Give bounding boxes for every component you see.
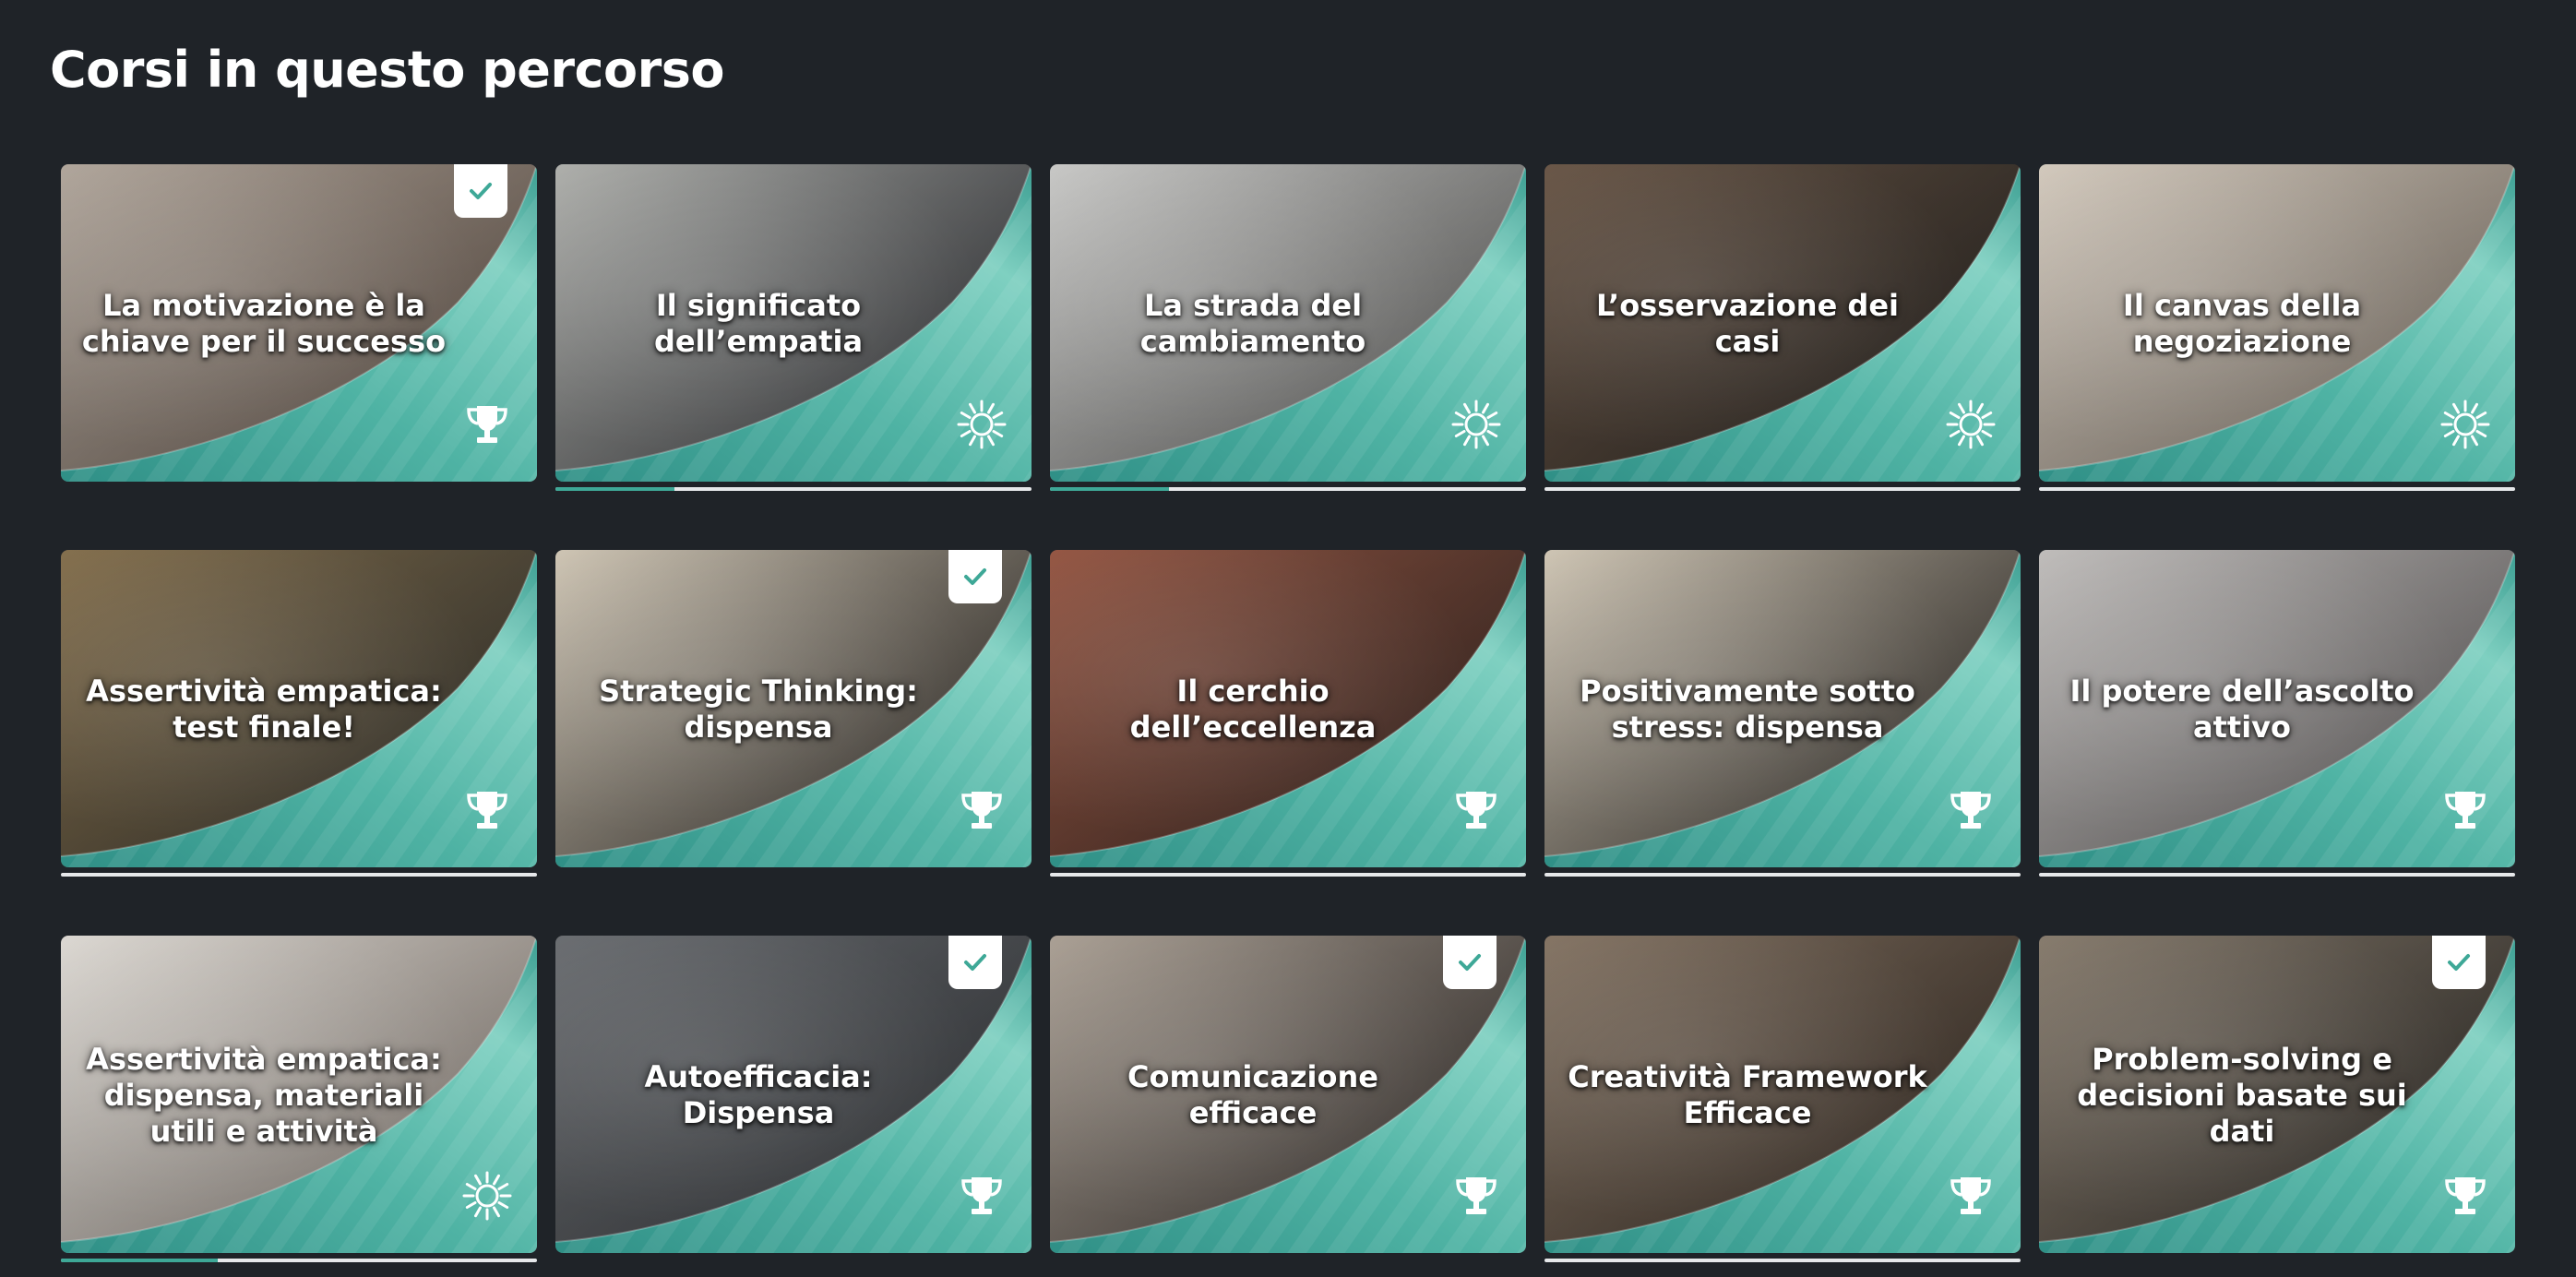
completed-check-icon — [948, 936, 1002, 989]
course-card[interactable]: Il potere dell’ascolto attivo — [2039, 550, 2515, 877]
course-card[interactable]: Il significato dell’empatia — [555, 164, 1032, 491]
course-progress-bar — [61, 873, 537, 877]
trophy-icon — [1945, 784, 1997, 836]
course-title: Comunicazione efficace — [1127, 1059, 1378, 1130]
course-card[interactable]: Problem-solving e decisioni basate sui d… — [2039, 936, 2515, 1262]
trophy-icon — [2439, 1170, 2491, 1222]
course-title: Il potere dell’ascolto attivo — [2069, 674, 2415, 745]
course-title: L’osservazione dei casi — [1596, 288, 1899, 359]
completed-check-icon — [948, 550, 1002, 603]
course-thumbnail: La motivazione è la chiave per il succes… — [61, 164, 537, 482]
course-title: Creatività Framework Efficace — [1568, 1059, 1927, 1130]
page-title: Corsi in questo percorso — [50, 41, 725, 99]
course-card[interactable]: Assertività empatica: dispensa, material… — [61, 936, 537, 1262]
sun-icon — [956, 399, 1008, 450]
course-title: Problem-solving e decisioni basate sui d… — [2077, 1041, 2407, 1149]
course-title: Strategic Thinking: dispensa — [599, 674, 918, 745]
completed-check-icon — [2432, 936, 2486, 989]
sun-icon — [461, 1170, 513, 1222]
course-title: Il cerchio dell’eccellenza — [1129, 674, 1377, 745]
course-card[interactable]: Autoefficacia: Dispensa — [555, 936, 1032, 1262]
course-thumbnail: Problem-solving e decisioni basate sui d… — [2039, 936, 2515, 1253]
course-progress-bar — [1544, 1259, 2021, 1262]
course-thumbnail: Autoefficacia: Dispensa — [555, 936, 1032, 1253]
course-progress-bar — [1544, 487, 2021, 491]
course-title: La strada del cambiamento — [1139, 288, 1366, 359]
course-card[interactable]: Assertività empatica: test finale! — [61, 550, 537, 877]
course-thumbnail: La strada del cambiamento — [1050, 164, 1526, 482]
trophy-icon — [461, 399, 513, 450]
course-thumbnail: Il canvas della negoziazione — [2039, 164, 2515, 482]
course-thumbnail: Il cerchio dell’eccellenza — [1050, 550, 1526, 867]
course-title: Il significato dell’empatia — [653, 288, 864, 359]
course-progress-bar — [1544, 873, 2021, 877]
course-title: La motivazione è la chiave per il succes… — [81, 288, 447, 359]
trophy-icon — [956, 1170, 1008, 1222]
sun-icon — [1945, 399, 1997, 450]
course-thumbnail: Creatività Framework Efficace — [1544, 936, 2021, 1253]
trophy-icon — [1450, 1170, 1502, 1222]
course-card[interactable]: L’osservazione dei casi — [1544, 164, 2021, 491]
sun-icon — [2439, 399, 2491, 450]
course-progress-bar — [2039, 873, 2515, 877]
course-progress-bar — [61, 1259, 537, 1262]
course-title: Autoefficacia: Dispensa — [644, 1059, 873, 1130]
trophy-icon — [1945, 1170, 1997, 1222]
course-thumbnail: Comunicazione efficace — [1050, 936, 1526, 1253]
course-progress-fill — [61, 1259, 219, 1262]
course-progress-fill — [555, 487, 674, 491]
completed-check-icon — [454, 164, 507, 218]
course-card[interactable]: Il canvas della negoziazione — [2039, 164, 2515, 491]
course-title: Positivamente sotto stress: dispensa — [1580, 674, 1915, 745]
course-card[interactable]: Il cerchio dell’eccellenza — [1050, 550, 1526, 877]
course-thumbnail: Il significato dell’empatia — [555, 164, 1032, 482]
course-grid: La motivazione è la chiave per il succes… — [61, 164, 2515, 1262]
course-thumbnail: Assertività empatica: test finale! — [61, 550, 537, 867]
course-title: Assertività empatica: test finale! — [86, 674, 442, 745]
course-progress-bar — [2039, 487, 2515, 491]
courses-page: Corsi in questo percorso La motivazione … — [0, 0, 2576, 1277]
sun-icon — [1450, 399, 1502, 450]
trophy-icon — [1450, 784, 1502, 836]
course-thumbnail: Strategic Thinking: dispensa — [555, 550, 1032, 867]
completed-check-icon — [1443, 936, 1497, 989]
course-thumbnail: Il potere dell’ascolto attivo — [2039, 550, 2515, 867]
course-title: Il canvas della negoziazione — [2122, 288, 2362, 359]
course-card[interactable]: La motivazione è la chiave per il succes… — [61, 164, 537, 491]
course-progress-bar — [1050, 873, 1526, 877]
course-card[interactable]: Positivamente sotto stress: dispensa — [1544, 550, 2021, 877]
course-card[interactable]: Creatività Framework Efficace — [1544, 936, 2021, 1262]
course-thumbnail: L’osservazione dei casi — [1544, 164, 2021, 482]
course-title: Assertività empatica: dispensa, material… — [86, 1041, 442, 1149]
course-progress-bar — [1050, 487, 1526, 491]
trophy-icon — [956, 784, 1008, 836]
trophy-icon — [2439, 784, 2491, 836]
course-thumbnail: Assertività empatica: dispensa, material… — [61, 936, 537, 1253]
course-card[interactable]: Strategic Thinking: dispensa — [555, 550, 1032, 877]
course-progress-bar — [555, 487, 1032, 491]
course-progress-fill — [1050, 487, 1169, 491]
course-card[interactable]: La strada del cambiamento — [1050, 164, 1526, 491]
trophy-icon — [461, 784, 513, 836]
course-thumbnail: Positivamente sotto stress: dispensa — [1544, 550, 2021, 867]
course-card[interactable]: Comunicazione efficace — [1050, 936, 1526, 1262]
